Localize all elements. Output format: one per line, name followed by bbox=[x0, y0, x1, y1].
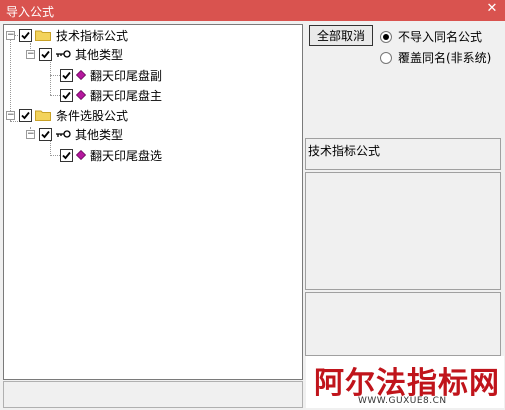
collapse-icon[interactable]: − bbox=[6, 110, 15, 120]
tree-node-label: 翻天印尾盘选 bbox=[90, 148, 163, 163]
detail-params-box[interactable] bbox=[305, 292, 501, 356]
collapse-icon[interactable]: − bbox=[6, 30, 15, 40]
checkbox-formula-fty-tail-main[interactable] bbox=[60, 88, 73, 102]
folder-icon bbox=[35, 110, 51, 121]
watermark-url: WWW.GUXUE8.CN bbox=[358, 396, 447, 406]
window-title: 导入公式 bbox=[6, 5, 55, 19]
tree-node-condition-formulas[interactable]: − 条件选股公式 bbox=[6, 106, 128, 124]
close-icon[interactable]: ✕ bbox=[485, 2, 499, 16]
radio-overwrite-same[interactable]: 覆盖同名(非系统) bbox=[380, 49, 491, 66]
checkbox-other-types[interactable] bbox=[39, 47, 52, 61]
tree-node-label: 翻天印尾盘主 bbox=[90, 88, 163, 103]
tree-node-formula-fty-tail-select[interactable]: 翻天印尾盘选 bbox=[60, 146, 162, 164]
radio-label: 覆盖同名(非系统) bbox=[398, 51, 492, 65]
tree-node-formula-fty-tail-main[interactable]: 翻天印尾盘主 bbox=[60, 86, 162, 104]
checkbox-condition-formulas[interactable] bbox=[19, 108, 32, 122]
formula-diamond-icon bbox=[76, 90, 86, 100]
detail-title: 技术指标公式 bbox=[308, 144, 381, 158]
watermark-logo: 阿尔法指标网 WWW.GUXUE8.CN bbox=[306, 356, 504, 408]
folder-icon bbox=[35, 30, 51, 41]
tree-node-label: 其他类型 bbox=[75, 127, 124, 142]
tree-node-label: 条件选股公式 bbox=[56, 108, 129, 123]
formula-diamond-icon bbox=[76, 70, 86, 80]
checkbox-formula-fty-tail-sub[interactable] bbox=[60, 68, 73, 82]
radio-selected-icon[interactable] bbox=[380, 30, 392, 43]
collapse-icon[interactable]: − bbox=[26, 49, 35, 59]
status-bar bbox=[3, 381, 303, 408]
tree-node-formula-fty-tail-sub[interactable]: 翻天印尾盘副 bbox=[60, 66, 162, 84]
tree-node-other-types-2[interactable]: − 其他类型 bbox=[26, 125, 123, 143]
formula-diamond-icon bbox=[76, 150, 86, 160]
checkbox-technical-formulas[interactable] bbox=[19, 28, 32, 42]
radio-unselected-icon[interactable] bbox=[380, 51, 392, 64]
tree-node-label: 技术指标公式 bbox=[56, 28, 129, 43]
tree-node-technical-formulas[interactable]: − 技术指标公式 bbox=[6, 26, 128, 44]
radio-label: 不导入同名公式 bbox=[398, 30, 483, 44]
detail-description-box[interactable] bbox=[305, 172, 501, 290]
title-bar: 导入公式 ✕ bbox=[0, 0, 505, 21]
key-icon bbox=[56, 130, 71, 138]
detail-title-panel: 技术指标公式 bbox=[305, 138, 501, 170]
key-icon bbox=[56, 50, 71, 58]
tree-node-label: 翻天印尾盘副 bbox=[90, 68, 163, 83]
checkbox-other-types-2[interactable] bbox=[39, 127, 52, 141]
checkbox-formula-fty-tail-select[interactable] bbox=[60, 148, 73, 162]
radio-no-import-same[interactable]: 不导入同名公式 bbox=[380, 28, 482, 45]
formula-tree[interactable]: − 技术指标公式 − 其他类型 翻天印尾盘副 翻天印尾盘主 − 条件选股公式 −… bbox=[3, 24, 303, 380]
collapse-icon[interactable]: − bbox=[26, 129, 35, 139]
tree-node-label: 其他类型 bbox=[75, 47, 124, 62]
tree-node-other-types[interactable]: − 其他类型 bbox=[26, 45, 123, 63]
cancel-all-button[interactable]: 全部取消 bbox=[309, 25, 373, 46]
